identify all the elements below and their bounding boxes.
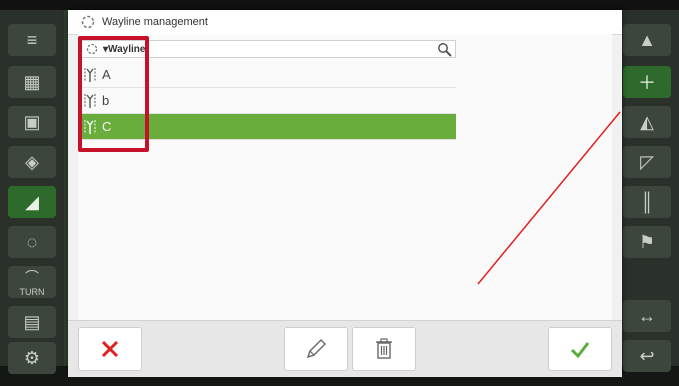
wayline-name: C <box>102 119 112 134</box>
wayline-name: A <box>102 67 111 82</box>
wayline-name: b <box>102 93 110 108</box>
screen-icon[interactable]: ▤ <box>8 306 56 338</box>
top-status-bar <box>0 0 679 10</box>
straight-wayline-icon <box>82 119 98 135</box>
dialog-title: Wayline management <box>102 16 208 28</box>
turn-arrow-icon: ⌒ <box>25 269 39 285</box>
list-item[interactable]: b <box>80 88 456 114</box>
wayline-preview <box>477 111 621 285</box>
field-icon[interactable]: ▣ <box>8 106 56 138</box>
layer-icon[interactable]: ◈ <box>8 146 56 178</box>
wayline-icon[interactable]: ◌ <box>8 226 56 258</box>
boundary-icon[interactable]: ◸ <box>623 146 671 178</box>
trash-icon <box>376 338 392 359</box>
dialog-title-bar: Wayline management <box>68 10 622 35</box>
map-icon[interactable]: ▦ <box>8 66 56 98</box>
pencil-icon <box>306 339 326 359</box>
wayline-list: A b C <box>80 62 456 140</box>
add-boundary-icon[interactable]: ◭ <box>623 106 671 138</box>
wayline-icon <box>85 42 99 56</box>
warning-icon[interactable]: ▲ <box>623 24 671 56</box>
turn-button[interactable]: ⌒ TURN <box>8 266 56 298</box>
left-toolbar: ≡ ▦ ▣ ◈ ◢ ◌ ⌒ TURN ▤ ⚙ <box>0 10 64 374</box>
wayline-preview-line <box>477 111 621 285</box>
flag-icon[interactable]: ⚑ <box>623 226 671 258</box>
back-icon[interactable]: ↩ <box>623 340 671 372</box>
menu-icon[interactable]: ≡ <box>8 24 56 56</box>
sections-icon[interactable]: ◢ <box>8 186 56 218</box>
wayline-management-dialog: Wayline management ▾Wayline A b C <box>68 10 622 377</box>
cancel-button[interactable] <box>78 327 142 371</box>
search-icon[interactable] <box>437 42 453 58</box>
list-item-selected[interactable]: C <box>80 114 456 140</box>
wayline-filter-label: ▾Wayline <box>103 43 146 55</box>
straight-wayline-icon <box>82 93 98 109</box>
edit-button[interactable] <box>284 327 348 371</box>
check-icon <box>570 342 590 359</box>
dialog-content: ▾Wayline A b C <box>78 34 621 320</box>
right-toolbar: ▲ ＋ ◭ ◸ ║ ⚑ ↔ ↩ <box>615 10 679 372</box>
width-icon[interactable]: ↔ <box>623 300 671 332</box>
wayline-icon <box>80 14 96 30</box>
straight-wayline-icon <box>82 67 98 83</box>
turn-label: TURN <box>19 287 45 297</box>
lanes-icon[interactable]: ║ <box>623 186 671 218</box>
delete-button[interactable] <box>352 327 416 371</box>
gear-icon[interactable]: ⚙ <box>8 342 56 374</box>
close-icon <box>101 340 119 358</box>
list-item[interactable]: A <box>80 62 456 88</box>
wayline-filter-bar[interactable]: ▾Wayline <box>80 40 456 58</box>
add-field-icon[interactable]: ＋ <box>623 66 671 98</box>
confirm-button[interactable] <box>548 327 612 371</box>
dialog-footer <box>68 320 622 377</box>
